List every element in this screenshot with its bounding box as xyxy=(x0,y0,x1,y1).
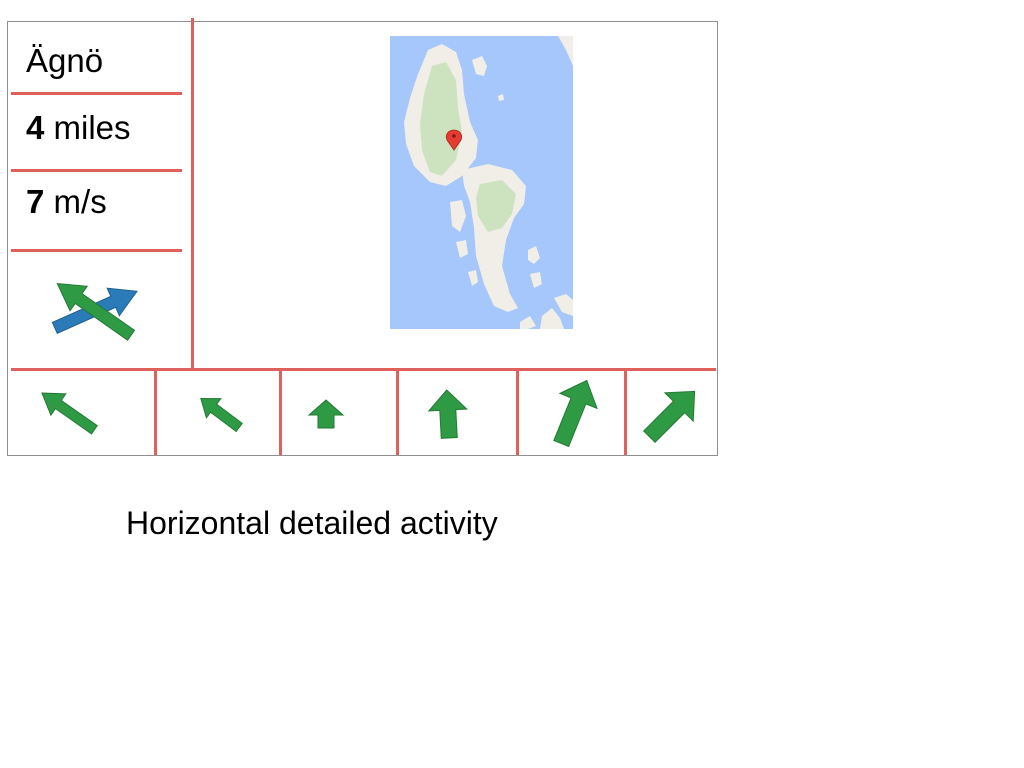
row-divider-2 xyxy=(11,169,182,172)
wind-value: 7 xyxy=(26,183,45,220)
forecast-col-divider-3 xyxy=(396,370,399,455)
distance-unit: miles xyxy=(53,109,131,146)
activity-panel xyxy=(7,21,718,456)
forecast-arrow-4 xyxy=(427,389,468,439)
distance-value: 4 xyxy=(26,109,45,146)
sidebar-divider xyxy=(191,18,194,370)
forecast-arrow-1 xyxy=(41,392,98,435)
wind-row: 7 m/s xyxy=(26,183,107,221)
row-divider-3 xyxy=(11,249,182,252)
map-view[interactable] xyxy=(390,36,573,329)
forecast-arrow-6 xyxy=(643,390,696,443)
forecast-arrow-5 xyxy=(553,379,598,448)
forecast-col-divider-4 xyxy=(516,370,519,455)
distance-row: 4 miles xyxy=(26,109,131,147)
forecast-divider xyxy=(11,368,716,371)
forecast-arrow-2 xyxy=(200,398,243,433)
row-divider-1 xyxy=(11,92,182,95)
place-name: Ägnö xyxy=(26,42,104,79)
wind-unit: m/s xyxy=(53,183,107,220)
forecast-arrow-3 xyxy=(307,399,345,429)
forecast-col-divider-2 xyxy=(279,370,282,455)
forecast-col-divider-1 xyxy=(154,370,157,455)
wind-vs-course-icon xyxy=(51,283,138,341)
caption: Horizontal detailed activity xyxy=(126,505,498,541)
forecast-col-divider-5 xyxy=(624,370,627,455)
